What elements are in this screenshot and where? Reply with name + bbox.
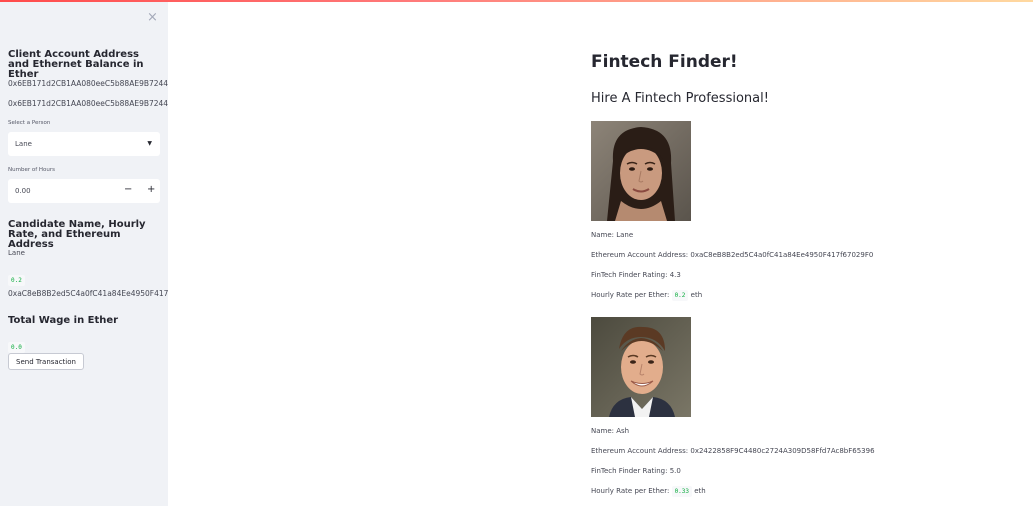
total-wage: 0.0 xyxy=(8,334,25,353)
candidate-address: 0xaC8eB8B2ed5C4a0fC41a84Ee4950F417f xyxy=(8,289,168,298)
account-address-2: 0x6EB171d2CB1AA080eeC5b88AE9B7244 xyxy=(8,99,168,108)
candidate-address-ash: Ethereum Account Address: 0x2422858F9C44… xyxy=(591,447,875,455)
candidate-rating-lane: FinTech Finder Rating: 4.3 xyxy=(591,271,681,279)
candidate-name-ash: Name: Ash xyxy=(591,427,630,435)
sidebar: × Client Account Address and Ethernet Ba… xyxy=(0,2,168,506)
rate-value: 0.33 xyxy=(671,486,693,497)
total-wage-value: 0.0 xyxy=(8,342,25,353)
rate-value: 0.2 xyxy=(671,290,689,301)
hours-label: Number of Hours xyxy=(8,167,56,173)
rate-label: Hourly Rate per Ether: xyxy=(591,291,670,299)
candidate-heading: Candidate Name, Hourly Rate, and Ethereu… xyxy=(8,219,146,250)
candidate-rate: 0.2 xyxy=(8,267,25,286)
close-sidebar-icon[interactable]: × xyxy=(147,10,158,25)
candidate-rating-ash: FinTech Finder Rating: 5.0 xyxy=(591,467,681,475)
hours-input[interactable]: 0.00 − + xyxy=(8,179,160,203)
candidate-photo-lane xyxy=(591,121,691,221)
candidate-address-lane: Ethereum Account Address: 0xaC8eB8B2ed5C… xyxy=(591,251,874,259)
chevron-down-icon: ▼ xyxy=(147,140,152,147)
candidate-name-lane: Name: Lane xyxy=(591,231,634,239)
page-title: Fintech Finder! xyxy=(591,52,738,72)
select-person-label: Select a Person xyxy=(8,120,51,126)
candidate-photo-ash xyxy=(591,317,691,417)
candidate-rate-ash: Hourly Rate per Ether: 0.33 eth xyxy=(591,486,706,497)
candidate-rate-lane: Hourly Rate per Ether: 0.2 eth xyxy=(591,290,703,301)
page-subtitle: Hire A Fintech Professional! xyxy=(591,91,769,106)
candidate-name: Lane xyxy=(8,249,25,257)
total-wage-heading: Total Wage in Ether xyxy=(8,315,119,326)
decrement-button[interactable]: − xyxy=(124,184,132,195)
account-address-1: 0x6EB171d2CB1AA080eeC5b88AE9B7244 xyxy=(8,79,168,88)
select-person-dropdown[interactable]: Lane ▼ xyxy=(8,132,160,156)
increment-button[interactable]: + xyxy=(147,184,155,195)
account-heading: Client Account Address and Ethernet Bala… xyxy=(8,49,144,80)
candidate-rate-value: 0.2 xyxy=(8,275,25,286)
hours-value[interactable]: 0.00 xyxy=(15,187,31,195)
send-transaction-button[interactable]: Send Transaction xyxy=(8,353,84,370)
rate-unit: eth xyxy=(690,291,703,299)
rate-label: Hourly Rate per Ether: xyxy=(591,487,670,495)
rate-unit: eth xyxy=(694,487,706,495)
select-person-value: Lane xyxy=(15,140,32,148)
